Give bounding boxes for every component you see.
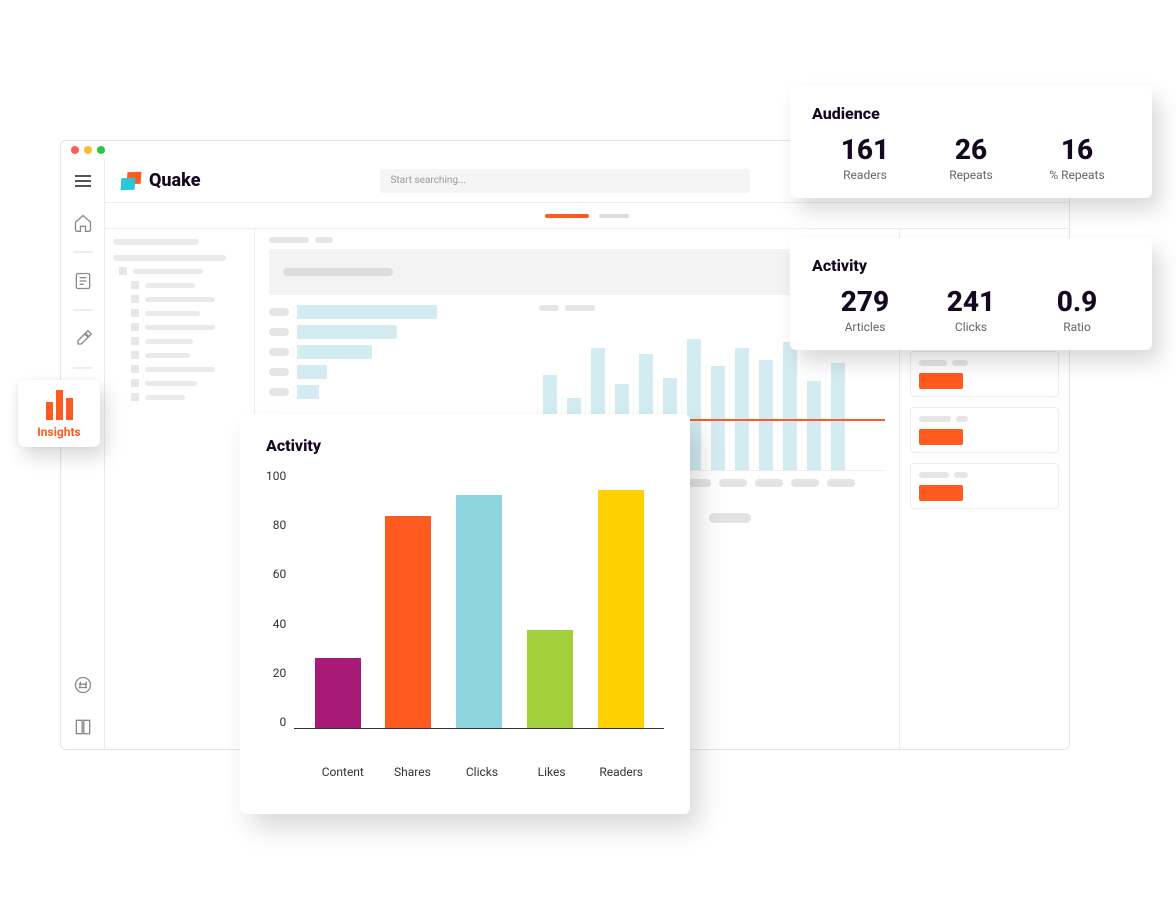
activity-clicks-value: 241 [918,285,1024,318]
activity-title: Activity [812,256,1130,275]
audience-card: Audience 161 Readers 26 Repeats 16 % Rep… [790,86,1152,198]
list-item[interactable] [910,407,1059,453]
divider [73,367,93,369]
note-icon[interactable] [69,267,97,295]
app-logo[interactable]: Quake [121,170,200,191]
insights-label: Insights [22,425,96,439]
tab-strip [105,203,1069,229]
chart-bar [598,490,644,728]
window-close-icon[interactable] [71,146,79,154]
chart-y-axis: 100806040200 [266,469,294,729]
home-icon[interactable] [69,209,97,237]
tab-active[interactable] [545,214,589,218]
divider [73,251,93,253]
activity-card: Activity 279 Articles 241 Clicks 0.9 Rat… [790,238,1152,350]
audience-repeats-value: 26 [918,133,1024,166]
chart-title: Activity [266,436,664,455]
audience-pct-label: % Repeats [1024,168,1130,182]
activity-chart-card: Activity 100806040200 ContentSharesClick… [240,414,690,814]
audience-readers-label: Readers [812,168,918,182]
chart-bar [527,630,573,728]
list-item[interactable] [910,463,1059,509]
activity-articles-label: Articles [812,320,918,334]
chart-bar [385,516,431,728]
audience-readers-value: 161 [812,133,918,166]
chart-bar [315,658,361,728]
chart-x-axis: ContentSharesClicksLikesReaders [300,765,664,779]
chart-bar [456,495,502,728]
tab-inactive[interactable] [599,214,629,218]
list-item[interactable] [910,351,1059,397]
activity-ratio-value: 0.9 [1024,285,1130,318]
book-icon[interactable] [69,713,97,741]
audience-title: Audience [812,104,1130,123]
app-name: Quake [149,170,200,191]
bar-chart-icon [22,390,96,420]
wrench-icon[interactable] [69,325,97,353]
hashtag-icon[interactable] [69,671,97,699]
activity-ratio-label: Ratio [1024,320,1130,334]
search-input[interactable]: Start searching... [380,169,750,193]
insights-nav-button[interactable]: Insights [18,380,100,447]
divider [73,309,93,311]
audience-repeats-label: Repeats [918,168,1024,182]
logo-mark-icon [121,172,143,190]
left-tree-panel [105,229,255,749]
activity-articles-value: 279 [812,285,918,318]
window-minimize-icon[interactable] [84,146,92,154]
activity-clicks-label: Clicks [918,320,1024,334]
sidebar [61,159,105,749]
window-maximize-icon[interactable] [97,146,105,154]
audience-pct-value: 16 [1024,133,1130,166]
menu-toggle-button[interactable] [69,167,97,195]
chart-plot-area [294,469,664,729]
